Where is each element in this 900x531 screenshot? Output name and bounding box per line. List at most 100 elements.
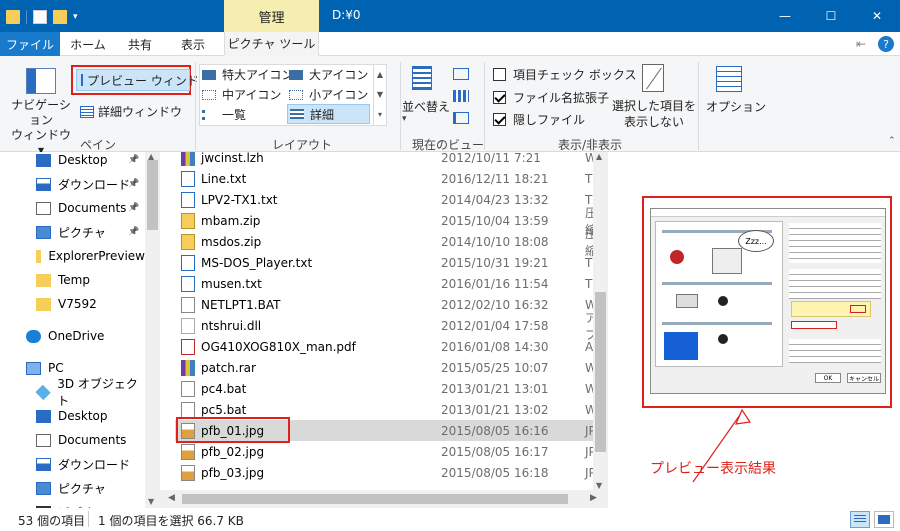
maximize-button[interactable]: ☐ xyxy=(808,0,854,32)
layout-large[interactable]: 大アイコン xyxy=(289,66,368,83)
file-row[interactable]: ntshrui.dll 2012/01/04 17:58 アプ xyxy=(175,311,605,342)
tab-view[interactable]: 表示 xyxy=(168,32,218,56)
file-extensions-checkbox[interactable] xyxy=(493,91,506,104)
layout-small[interactable]: 小アイコン xyxy=(289,86,368,103)
nav-item[interactable]: ExplorerPreview xyxy=(0,244,145,268)
nav-item[interactable]: Documents xyxy=(0,428,145,452)
nav-item[interactable]: Temp xyxy=(0,268,145,292)
scroll-down-icon[interactable]: ▼ xyxy=(596,481,602,490)
options-button[interactable]: オプション xyxy=(706,98,766,115)
file-row[interactable]: Line.txt2016/12/11 18:21TXT xyxy=(175,168,605,189)
file-name: patch.rar xyxy=(201,360,256,375)
nav-item[interactable]: Desktop 📌 xyxy=(0,152,145,172)
add-columns-icon[interactable] xyxy=(453,90,469,102)
layout-details[interactable]: 詳細 xyxy=(287,104,370,124)
pin-icon[interactable]: 📌 xyxy=(128,155,139,165)
archive-icon xyxy=(181,152,195,166)
layout-medium[interactable]: 中アイコン xyxy=(202,86,281,103)
new-folder-icon[interactable] xyxy=(53,10,67,24)
item-checkboxes-toggle[interactable]: 項目チェック ボックス xyxy=(493,66,636,83)
group-separator xyxy=(484,62,485,150)
file-row[interactable]: patch.rar2015/05/25 10:07Wir xyxy=(175,357,605,378)
nav-item[interactable]: ビデオ xyxy=(0,500,145,508)
navigation-pane-button[interactable]: ナビゲーション ウィンドウ ▾ xyxy=(8,98,74,158)
file-row[interactable]: pfb_02.jpg2015/08/05 16:17JPG xyxy=(175,441,605,462)
file-row[interactable]: NETLPT1.BAT2012/02/10 16:32Wir xyxy=(175,294,605,315)
3d-objects-icon xyxy=(35,384,51,400)
scroll-right-icon[interactable]: ▶ xyxy=(590,493,597,503)
nav-item[interactable]: ダウンロード 📌 xyxy=(0,172,145,196)
file-extensions-toggle[interactable]: ファイル名拡張子 xyxy=(493,89,609,106)
scroll-left-icon[interactable]: ◀ xyxy=(168,493,175,503)
details-view-toggle-icon[interactable] xyxy=(850,511,870,528)
file-row[interactable]: musen.txt2016/01/16 11:54TXT xyxy=(175,273,605,294)
file-date: 2015/10/04 13:59 xyxy=(441,213,549,228)
file-row[interactable]: LPV2-TX1.txt2014/04/23 13:32TXT xyxy=(175,189,605,210)
help-icon[interactable]: ? xyxy=(878,36,894,52)
layout-list-label: 一覧 xyxy=(222,108,247,122)
hidden-items-checkbox[interactable] xyxy=(493,113,506,126)
large-icons-view-toggle-icon[interactable] xyxy=(874,511,894,528)
file-scroll-thumb[interactable] xyxy=(595,292,606,452)
pin-icon[interactable]: 📌 xyxy=(128,203,139,213)
navigation-pane-icon xyxy=(26,68,56,94)
horizontal-scroll-thumb[interactable] xyxy=(182,494,568,504)
file-row[interactable]: pc4.bat2013/01/21 13:01Wir xyxy=(175,378,605,399)
preview-pane-button[interactable]: プレビュー ウィンドウ xyxy=(76,69,211,91)
layout-gallery-scroll[interactable]: ▲ ▼ ▾ xyxy=(373,65,386,125)
item-checkboxes-checkbox[interactable] xyxy=(493,68,506,81)
sort-dropdown-icon[interactable]: ▾ xyxy=(402,114,407,124)
nav-scroll-thumb[interactable] xyxy=(147,160,158,230)
layout-list[interactable]: 一覧 xyxy=(202,106,246,123)
pin-icon[interactable]: 📌 xyxy=(128,179,139,189)
small-icons-icon xyxy=(289,89,303,100)
group-by-icon[interactable] xyxy=(453,68,469,80)
tab-share[interactable]: 共有 xyxy=(118,32,162,56)
file-date: 2015/08/05 16:17 xyxy=(441,444,549,459)
nav-item[interactable]: 3D オブジェクト xyxy=(0,377,145,408)
nav-item[interactable]: ピクチャ 📌 xyxy=(0,220,145,244)
nav-item[interactable]: ピクチャ xyxy=(0,476,145,500)
tab-picture-tools[interactable]: ピクチャ ツール xyxy=(224,32,319,56)
collapse-ribbon-icon[interactable]: ⌃ xyxy=(888,136,896,146)
pin-icon[interactable]: 📌 xyxy=(128,227,139,237)
details-pane-button[interactable]: 詳細ウィンドウ xyxy=(80,103,182,120)
nav-item-label: PC xyxy=(48,361,64,375)
nav-item[interactable]: ダウンロード xyxy=(0,452,145,476)
scroll-up-icon[interactable]: ▲ xyxy=(596,152,602,161)
tab-file[interactable]: ファイル xyxy=(0,32,60,56)
file-row[interactable]: pfb_03.jpg2015/08/05 16:18JPG xyxy=(175,462,605,483)
minimize-button[interactable]: — xyxy=(762,0,808,32)
hidden-items-toggle[interactable]: 隠しファイル xyxy=(493,111,585,128)
qat-customize-icon[interactable]: ▾ xyxy=(73,12,78,22)
group-separator xyxy=(195,62,196,150)
zip-icon xyxy=(181,212,195,229)
ribbon-panel: ナビゲーション ウィンドウ ▾ プレビュー ウィンドウ 詳細ウィンドウ ペイン … xyxy=(0,56,900,157)
layout-small-label: 小アイコン xyxy=(309,88,369,102)
file-row[interactable]: MS-DOS_Player.txt2015/10/31 19:21TXT xyxy=(175,252,605,273)
file-row[interactable]: msdos.zip 2014/10/10 18:08 圧縮 xyxy=(175,227,605,258)
file-list-vertical-scrollbar[interactable]: ▲ ▼ xyxy=(593,152,608,492)
zip-icon xyxy=(181,233,195,250)
file-row[interactable]: OG410XOG810X_man.pdf2016/01/08 14:30Ado xyxy=(175,336,605,357)
pin-ribbon-icon[interactable]: ⇤ xyxy=(856,37,866,51)
size-columns-icon[interactable] xyxy=(453,112,469,124)
nav-item[interactable]: OneDrive xyxy=(0,324,145,348)
hide-selected-button[interactable]: 選択した項目を 表示しない xyxy=(612,98,696,130)
group-label-pane: ペイン xyxy=(80,138,117,152)
properties-icon[interactable] xyxy=(33,10,47,24)
scroll-down-icon[interactable]: ▼ xyxy=(148,497,154,506)
status-separator xyxy=(88,511,89,527)
nav-scrollbar[interactable]: ▲ ▼ xyxy=(145,152,160,508)
nav-item[interactable]: Desktop xyxy=(0,404,145,428)
layout-extra-large[interactable]: 特大アイコン xyxy=(202,66,293,83)
close-button[interactable]: ✕ xyxy=(854,0,900,32)
file-list-horizontal-scrollbar[interactable]: ◀ ▶ xyxy=(160,490,608,508)
nav-item[interactable]: Documents 📌 xyxy=(0,196,145,220)
file-row[interactable]: jwcinst.lzh2012/10/11 7:21Wir xyxy=(175,152,605,168)
nav-item[interactable]: V7592 xyxy=(0,292,145,316)
sort-by-button[interactable]: 並べ替え xyxy=(402,98,450,115)
file-row[interactable]: mbam.zip 2015/10/04 13:59 圧縮 xyxy=(175,206,605,237)
tab-home[interactable]: ホーム xyxy=(64,32,112,56)
context-tab-manage[interactable]: 管理 xyxy=(224,0,319,32)
